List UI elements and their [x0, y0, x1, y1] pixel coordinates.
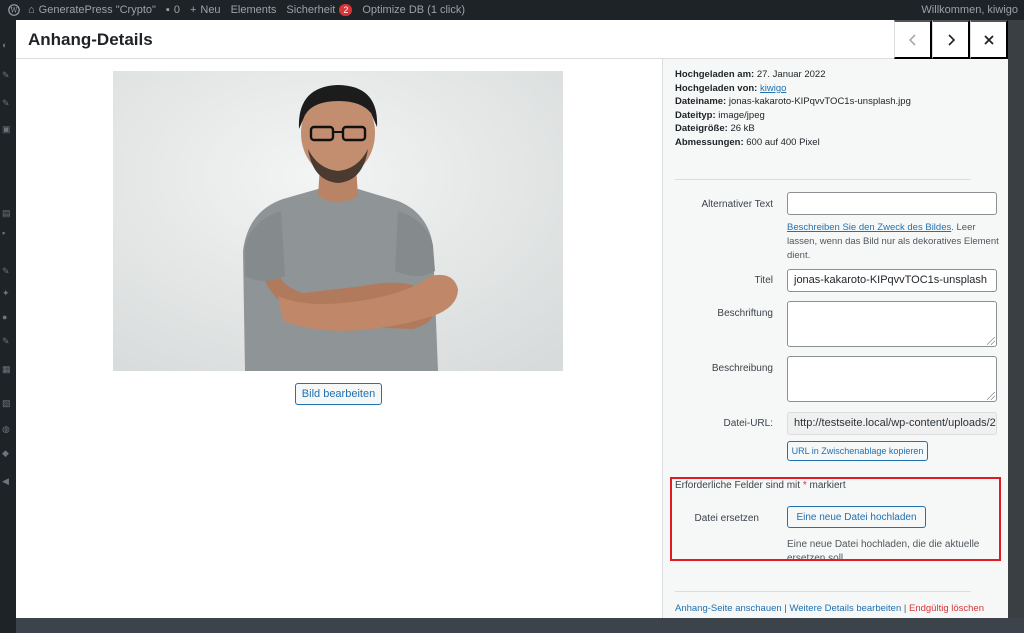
filetype-value: image/jpeg — [718, 109, 765, 121]
admin-bar-site[interactable]: ⌂ GeneratePress "Crypto" — [28, 4, 156, 16]
pin-icon[interactable]: ✎ — [2, 98, 14, 108]
caption-label: Beschriftung — [717, 308, 773, 319]
alt-text-help-link[interactable]: Beschreiben Sie den Zweck des Bildes — [787, 222, 951, 233]
comments-icon[interactable]: ▪ — [2, 228, 14, 238]
plugins-icon[interactable]: ✦ — [2, 288, 14, 298]
attachment-image — [113, 71, 563, 371]
uploaded-by-row: Hochgeladen von: kiwigo — [675, 82, 787, 94]
modal-title: Anhang-Details — [28, 30, 153, 49]
elements-label: Elements — [230, 4, 277, 16]
edit-image-button[interactable]: Bild bearbeiten — [295, 383, 382, 405]
copy-url-button[interactable]: URL in Zwischenablage kopieren — [787, 441, 928, 461]
dashboard-icon[interactable]: ◐ — [2, 40, 14, 50]
file-details: Hochgeladen am: 27. Januar 2022 Hochgela… — [675, 68, 911, 149]
description-label: Beschreibung — [711, 363, 773, 374]
previous-button[interactable] — [894, 20, 932, 59]
admin-bar-optimize[interactable]: Optimize DB (1 click) — [362, 4, 465, 16]
overlay-backdrop-bottom — [16, 618, 1024, 633]
optimize-label: Optimize DB (1 click) — [362, 4, 466, 16]
alt-text-label: Alternativer Text — [701, 199, 773, 210]
admin-bar-account[interactable]: Willkommen, kiwigo — [921, 4, 1018, 16]
attachment-actions: Anhang-Seite anschauen | Weitere Details… — [675, 603, 984, 614]
filesize-row: Dateigröße: 26 kB — [675, 123, 755, 134]
media-icon[interactable]: ▣ — [2, 124, 14, 134]
description-textarea[interactable] — [787, 356, 997, 402]
admin-bar-elements[interactable]: Elements — [231, 4, 277, 16]
alt-text-help: Beschreiben Sie den Zweck des Bildes. Le… — [787, 222, 999, 261]
uploaded-on-row: Hochgeladen am: 27. Januar 2022 — [675, 69, 826, 80]
collapse-icon[interactable]: ◀ — [2, 476, 14, 486]
security-label: Sicherheit — [286, 4, 336, 16]
uploaded-by-link[interactable]: kiwigo — [760, 83, 786, 94]
wordpress-logo-icon[interactable]: W — [4, 0, 24, 20]
settings-icon[interactable]: ▦ — [2, 364, 14, 374]
admin-bar-comments[interactable]: ▪ 0 — [166, 4, 180, 16]
chevron-left-icon — [908, 33, 916, 46]
comment-icon: ▪ — [165, 4, 170, 16]
delete-permanently-link[interactable]: Endgültig löschen — [909, 603, 984, 614]
site-name: GeneratePress "Crypto" — [38, 4, 156, 16]
filename-value: jonas-kakaroto-KIPqvvTOC1s-unsplash.jpg — [728, 96, 911, 107]
plus-icon: + — [189, 4, 197, 16]
filename-row: Dateiname: jonas-kakaroto-KIPqvvTOC1s-un… — [675, 96, 911, 107]
caption-textarea[interactable] — [787, 301, 997, 347]
edit-more-details-link[interactable]: Weitere Details bearbeiten — [789, 603, 901, 614]
highlight-box — [670, 477, 1001, 561]
dimensions-row: Abmessungen: 600 auf 400 Pixel — [675, 136, 820, 148]
users-icon[interactable]: ● — [2, 312, 14, 322]
security-icon[interactable]: ◆ — [2, 448, 14, 458]
close-icon — [983, 34, 994, 45]
filetype-row: Dateityp: image/jpeg — [675, 109, 765, 121]
chevron-right-icon — [947, 33, 955, 46]
security-badge: 2 — [339, 4, 353, 16]
filesize-value: 26 kB — [730, 123, 755, 134]
title-label: Titel — [754, 275, 773, 286]
next-button[interactable] — [932, 20, 970, 59]
overlay-backdrop — [1008, 20, 1024, 633]
appearance-icon[interactable]: ✎ — [2, 266, 14, 276]
svg-text:W: W — [10, 7, 18, 15]
shield-icon[interactable]: ◍ — [2, 424, 14, 434]
resize-handle-icon[interactable] — [987, 392, 995, 400]
admin-bar: W ⌂ GeneratePress "Crypto" ▪ 0 + Neu Ele… — [0, 0, 1024, 20]
admin-bar-new[interactable]: + Neu — [190, 4, 221, 16]
title-input[interactable]: jonas-kakaroto-KIPqvvTOC1s-unsplash — [787, 269, 997, 292]
pin-icon[interactable]: ✎ — [2, 70, 14, 80]
layers-icon[interactable]: ▧ — [2, 398, 14, 408]
view-attachment-page-link[interactable]: Anhang-Seite anschauen — [675, 603, 782, 614]
pages-icon[interactable]: ▤ — [2, 208, 14, 218]
close-button[interactable] — [970, 20, 1008, 59]
admin-bar-security[interactable]: Sicherheit 2 — [286, 4, 353, 16]
comments-count: 0 — [173, 4, 180, 16]
modal-header: Anhang-Details — [16, 20, 1008, 59]
dimensions-value: 600 auf 400 Pixel — [746, 136, 820, 148]
uploaded-on-value: 27. Januar 2022 — [756, 69, 826, 80]
new-label: Neu — [200, 4, 221, 16]
divider — [675, 591, 971, 592]
admin-side-menu: ◐ ✎ ✎ ▣ ▤ ▪ ✎ ✦ ● ✎ ▦ ▧ ◍ ◆ ◀ — [0, 20, 16, 633]
file-url-input[interactable]: http://testseite.local/wp-content/upload… — [787, 412, 997, 435]
home-icon: ⌂ — [28, 4, 35, 16]
file-url-label: Datei-URL: — [723, 418, 773, 429]
tools-icon[interactable]: ✎ — [2, 336, 14, 346]
divider — [675, 179, 971, 180]
greeting: Willkommen, kiwigo — [921, 4, 1018, 16]
resize-handle-icon[interactable] — [987, 337, 995, 345]
alt-text-input[interactable] — [787, 192, 997, 215]
